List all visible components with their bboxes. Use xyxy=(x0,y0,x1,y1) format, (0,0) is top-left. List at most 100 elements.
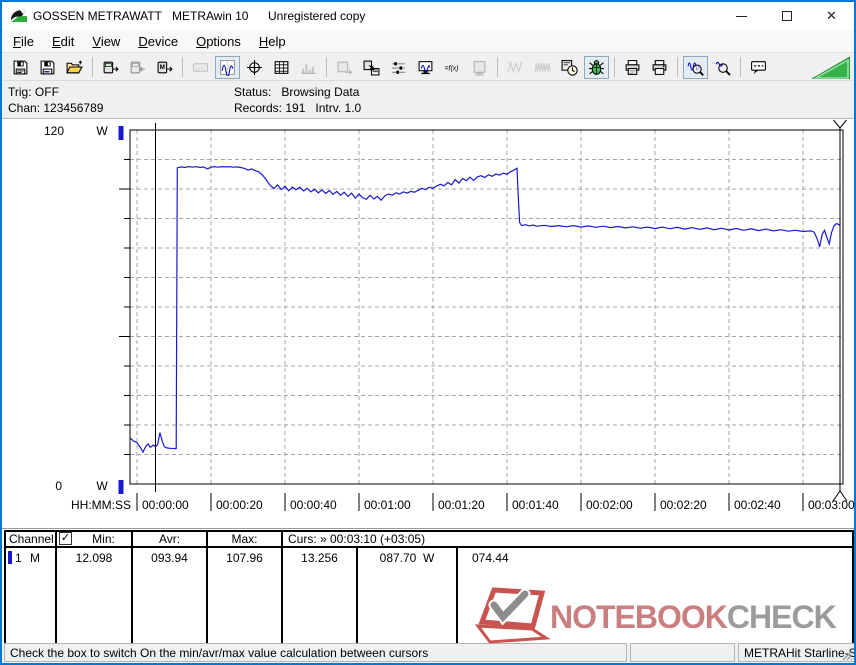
channel-range-marker-bottom xyxy=(118,480,124,494)
x-tick-label: 00:00:40 xyxy=(290,498,337,512)
y-max-label: 120 xyxy=(44,124,64,138)
records-value: 191 xyxy=(285,101,306,115)
menu-item-device[interactable]: Device xyxy=(129,31,187,52)
metrawin-window: GOSSEN METRAWATT METRAwin 10 Unregistere… xyxy=(0,0,856,665)
tooltip-icon[interactable] xyxy=(746,55,771,79)
x-axis-label: HH:MM:SS xyxy=(71,498,131,512)
table-border-right xyxy=(852,530,854,643)
svg-text:M: M xyxy=(160,64,165,71)
menu-item-edit[interactable]: Edit xyxy=(43,31,83,52)
x-tick-label: 00:02:40 xyxy=(734,498,781,512)
channel-range-marker-top xyxy=(118,126,124,140)
col-header-max: Max: xyxy=(231,532,258,546)
x-tick-label: 00:01:00 xyxy=(364,498,411,512)
cursor-2-top-handle-icon[interactable] xyxy=(833,119,847,129)
graph-view-icon[interactable] xyxy=(215,55,240,79)
maximize-button[interactable] xyxy=(764,2,809,30)
toolbar-separator xyxy=(326,57,327,77)
y-unit-bottom-label: W xyxy=(96,479,108,493)
channel-settings-icon[interactable] xyxy=(386,55,411,79)
value-avr: 093.94 xyxy=(151,551,188,565)
toolbar: M 1257 =f(x) xyxy=(2,54,854,81)
x-tick-label: 00:02:00 xyxy=(586,498,633,512)
zoom-wave-icon[interactable] xyxy=(683,55,708,79)
menu-bar: File Edit View Device Options Help xyxy=(2,30,854,53)
channel-number: 1 xyxy=(15,551,22,565)
toolbar-separator xyxy=(614,57,615,77)
toolbar-separator xyxy=(182,57,183,77)
interval-label: Intrv. xyxy=(315,101,342,115)
menu-item-file[interactable]: File xyxy=(4,31,43,52)
menu-item-help[interactable]: Help xyxy=(250,31,295,52)
minimize-button[interactable] xyxy=(719,2,764,30)
minmax-checkbox[interactable]: ✓ xyxy=(59,532,72,545)
close-button[interactable]: ✕ xyxy=(809,2,854,30)
status-value: Browsing Data xyxy=(281,85,360,99)
status-empty-panel xyxy=(630,643,735,662)
col-header-min: Min: xyxy=(92,532,115,546)
table-view-icon[interactable] xyxy=(269,55,294,79)
chan-label: Chan: 123456789 xyxy=(8,101,104,115)
x-tick-label: 00:02:20 xyxy=(660,498,707,512)
print-preview-icon[interactable] xyxy=(620,55,645,79)
power-chart[interactable]: 120 W 0 W HH:MM:SS 00:00:00 00:00:20 00:00:40 00… xyxy=(2,119,854,528)
window-title-app: GOSSEN METRAWATT xyxy=(33,9,162,23)
device-read-icon[interactable] xyxy=(98,55,123,79)
value-max: 107.96 xyxy=(226,551,263,565)
window-title-product: METRAwin 10 xyxy=(172,9,249,23)
formula-icon[interactable]: =f(x) xyxy=(440,55,465,79)
chart-area[interactable]: 120 W 0 W HH:MM:SS 00:00:00 00:00:20 00:00:40 00… xyxy=(2,119,854,528)
x-tick-label: 00:00:00 xyxy=(142,498,189,512)
status-device-panel: METRAHit Starline-Seri xyxy=(738,643,854,662)
title-bar: GOSSEN METRAWATT METRAwin 10 Unregistere… xyxy=(2,2,854,30)
y-unit-top-label: W xyxy=(96,124,108,138)
channel-mode: M xyxy=(30,551,40,565)
table-col-line-4 xyxy=(281,530,283,643)
toolbar-separator xyxy=(740,57,741,77)
device-name: METRAHit Starline-Seri xyxy=(744,645,854,660)
status-message: Check the box to switch On the min/avr/m… xyxy=(10,645,429,660)
toolbar-separator xyxy=(92,57,93,77)
clock-device-icon[interactable] xyxy=(557,55,582,79)
channel-color-bar xyxy=(8,551,12,564)
col-header-channel: Channel: xyxy=(9,532,58,546)
table-col-line-3 xyxy=(206,530,208,643)
device-memory-icon[interactable]: M xyxy=(152,55,177,79)
toolbar-separator xyxy=(677,57,678,77)
x-tick-label: 00:00:20 xyxy=(216,498,263,512)
records-label: Records: 191 Intrv. 1.0 xyxy=(234,101,362,115)
monitor-icon[interactable] xyxy=(413,55,438,79)
app-logo-icon xyxy=(11,9,27,22)
lcd-display-icon: 1257 xyxy=(188,55,213,79)
device-to-disk-icon[interactable] xyxy=(359,55,384,79)
maximize-icon xyxy=(781,11,792,21)
print-icon[interactable] xyxy=(647,55,672,79)
trig-label: Trig: OFF xyxy=(8,85,59,99)
export-icon xyxy=(332,55,357,79)
menu-item-view[interactable]: View xyxy=(83,31,129,52)
menu-item-options[interactable]: Options xyxy=(187,31,250,52)
status-label: Status: Browsing Data xyxy=(234,85,360,99)
resize-grip-icon[interactable] xyxy=(841,649,853,661)
crosshair-view-icon[interactable] xyxy=(242,55,267,79)
measurement-table: Channel: ✓ Min: Avr: Max: Curs: » 00:03:… xyxy=(2,528,854,643)
table-col-line-1 xyxy=(55,530,57,643)
value-cursor2: 087.70 W xyxy=(379,551,435,565)
power-curve xyxy=(130,165,841,454)
info-panel: Trig: OFF Chan: 123456789 Status: Browsi… xyxy=(2,81,854,119)
zoom-out-icon[interactable] xyxy=(710,55,735,79)
device-transfer-icon xyxy=(467,55,492,79)
x-tick-label: 00:01:40 xyxy=(512,498,559,512)
save-data-icon[interactable] xyxy=(8,55,33,79)
col-header-avr: Avr: xyxy=(158,532,181,546)
table-border-left xyxy=(4,530,6,643)
device-write-icon xyxy=(125,55,150,79)
x-tick-label: 00:03:00 xyxy=(808,498,854,512)
save-config-icon[interactable] xyxy=(35,55,60,79)
table-col-line-2 xyxy=(131,530,133,643)
minimize-icon xyxy=(736,15,747,17)
svg-text:=f(x): =f(x) xyxy=(445,65,459,72)
live-beetle-icon[interactable] xyxy=(584,55,609,79)
window-title-note: Unregistered copy xyxy=(268,9,366,23)
open-file-icon[interactable] xyxy=(62,55,87,79)
